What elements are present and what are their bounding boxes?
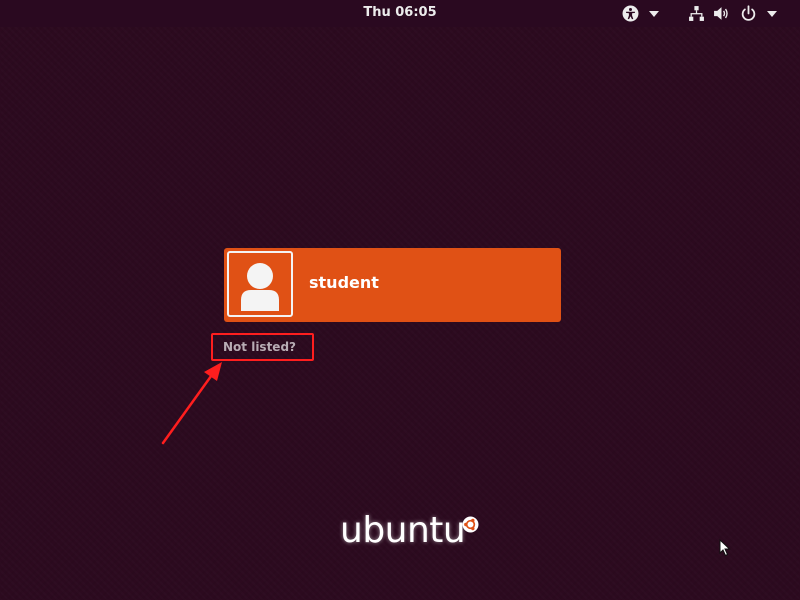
- triangle-down-icon: [767, 10, 777, 17]
- ubuntu-logo-text: ubuntu: [340, 510, 466, 551]
- network-wired-icon: [689, 6, 704, 21]
- system-status-menu[interactable]: [688, 4, 777, 23]
- top-panel: Thu 06:05: [0, 0, 800, 27]
- not-listed-label: Not listed?: [223, 340, 296, 354]
- circle-of-friends-icon: [462, 516, 479, 533]
- mouse-pointer-icon: [719, 539, 731, 557]
- clock-label[interactable]: Thu 06:05: [363, 5, 436, 20]
- ubuntu-logo: ubuntu: [338, 511, 488, 556]
- accessibility-icon: [622, 5, 639, 22]
- volume-icon: [714, 7, 728, 20]
- triangle-down-icon: [649, 10, 659, 17]
- user-name-label: student: [309, 273, 379, 292]
- user-list-item-student[interactable]: student: [224, 248, 561, 322]
- default-user-avatar-icon: [227, 251, 293, 317]
- accessibility-menu[interactable]: [622, 4, 659, 23]
- annotation-arrow-icon: [161, 362, 222, 445]
- power-icon: [741, 5, 756, 21]
